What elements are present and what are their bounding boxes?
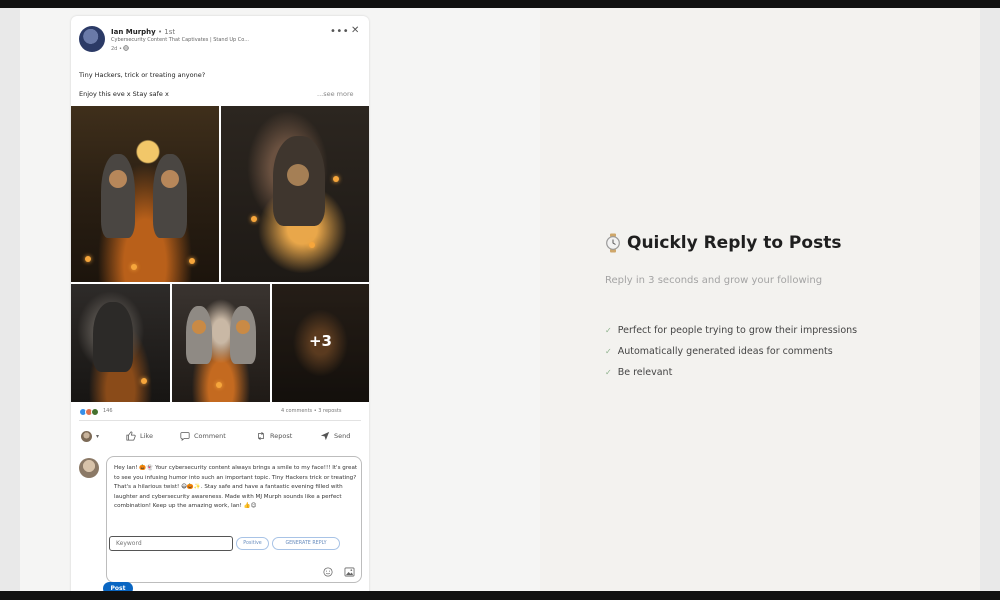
- repost-label: Repost: [270, 432, 293, 440]
- linkedin-post-card: Ian Murphy • 1st Cybersecurity Content T…: [71, 16, 369, 599]
- post-image-1[interactable]: [71, 106, 219, 282]
- post-text-line2: Enjoy this eve x Stay safe x: [79, 90, 169, 98]
- generated-comment-text[interactable]: Hey Ian! 🎃👻 Your cybersecurity content a…: [114, 464, 358, 512]
- tone-positive-button[interactable]: Positive: [236, 537, 269, 550]
- post-time-text: 2d •: [111, 46, 124, 52]
- see-more-link[interactable]: ...see more: [317, 90, 354, 98]
- feature-item-text: Perfect for people trying to grow their …: [617, 325, 858, 336]
- generate-reply-button[interactable]: GENERATE REPLY: [272, 537, 340, 550]
- commenter-avatar: [79, 458, 99, 478]
- reaction-avatar-selector[interactable]: ▾: [81, 428, 99, 444]
- check-icon: ✓: [605, 326, 612, 335]
- emoji-icon[interactable]: [323, 567, 333, 577]
- author-line[interactable]: Ian Murphy • 1st: [111, 28, 175, 36]
- feature-title: Quickly Reply to Posts: [605, 233, 841, 253]
- post-time: 2d •: [111, 45, 130, 52]
- bottom-bar: [0, 591, 1000, 600]
- action-bar: ▾ Like Comment Repost Send: [71, 426, 369, 448]
- feature-item: ✓ Automatically generated ideas for comm…: [605, 341, 857, 362]
- comment-button[interactable]: Comment: [180, 428, 226, 444]
- author-headline: Cybersecurity Content That Captivates | …: [111, 37, 250, 43]
- image-icon[interactable]: [344, 567, 355, 577]
- reaction-icons: [79, 408, 101, 416]
- celebrate-reaction-icon: [91, 408, 99, 416]
- author-name[interactable]: Ian Murphy: [111, 28, 156, 36]
- comment-icon: [180, 432, 190, 441]
- post-text-line1: Tiny Hackers, trick or treating anyone?: [79, 71, 206, 79]
- stage: Ian Murphy • 1st Cybersecurity Content T…: [20, 8, 980, 599]
- top-bar: [0, 0, 1000, 8]
- user-avatar: [81, 430, 92, 442]
- connection-degree: • 1st: [155, 28, 176, 36]
- send-icon: [320, 431, 330, 441]
- keyword-input[interactable]: [109, 536, 233, 551]
- post-image-4[interactable]: [172, 284, 270, 402]
- comment-composer[interactable]: Hey Ian! 🎃👻 Your cybersecurity content a…: [106, 456, 362, 583]
- like-label: Like: [140, 432, 153, 440]
- chevron-down-icon: ▾: [96, 432, 100, 440]
- reaction-count[interactable]: 146: [103, 408, 113, 414]
- feature-subtitle: Reply in 3 seconds and grow your followi…: [605, 275, 823, 286]
- more-images-count[interactable]: +3: [272, 332, 369, 350]
- divider: [79, 420, 361, 421]
- post-image-2[interactable]: [221, 106, 369, 282]
- post-image-5[interactable]: +3: [272, 284, 369, 402]
- left-margin: [0, 8, 20, 591]
- feature-item-text: Be relevant: [617, 367, 673, 378]
- right-margin: [980, 8, 1000, 591]
- comment-label: Comment: [194, 432, 226, 440]
- globe-icon: [123, 45, 130, 51]
- repost-icon: [258, 431, 264, 441]
- feature-list: ✓ Perfect for people trying to grow thei…: [605, 320, 857, 383]
- send-label: Send: [334, 432, 351, 440]
- author-avatar[interactable]: [79, 26, 105, 52]
- post-header: Ian Murphy • 1st Cybersecurity Content T…: [79, 25, 363, 64]
- like-button[interactable]: Like: [126, 428, 153, 444]
- check-icon: ✓: [605, 347, 612, 356]
- check-icon: ✓: [605, 368, 612, 377]
- more-options-icon[interactable]: •••: [330, 26, 349, 37]
- post-image-3[interactable]: [71, 284, 170, 402]
- feature-item: ✓ Perfect for people trying to grow thei…: [605, 320, 857, 341]
- feature-item-text: Automatically generated ideas for commen…: [617, 346, 833, 357]
- thumbs-up-icon: [126, 431, 136, 441]
- close-icon[interactable]: ✕: [351, 25, 359, 36]
- comments-reposts-count[interactable]: 4 comments • 3 reposts: [281, 408, 341, 414]
- post-panel: Ian Murphy • 1st Cybersecurity Content T…: [20, 8, 540, 599]
- feature-title-text: Quickly Reply to Posts: [627, 233, 842, 253]
- repost-button[interactable]: Repost: [256, 428, 292, 444]
- watch-icon: [606, 233, 620, 253]
- feature-item: ✓ Be relevant: [605, 362, 857, 383]
- send-button[interactable]: Send: [320, 428, 350, 444]
